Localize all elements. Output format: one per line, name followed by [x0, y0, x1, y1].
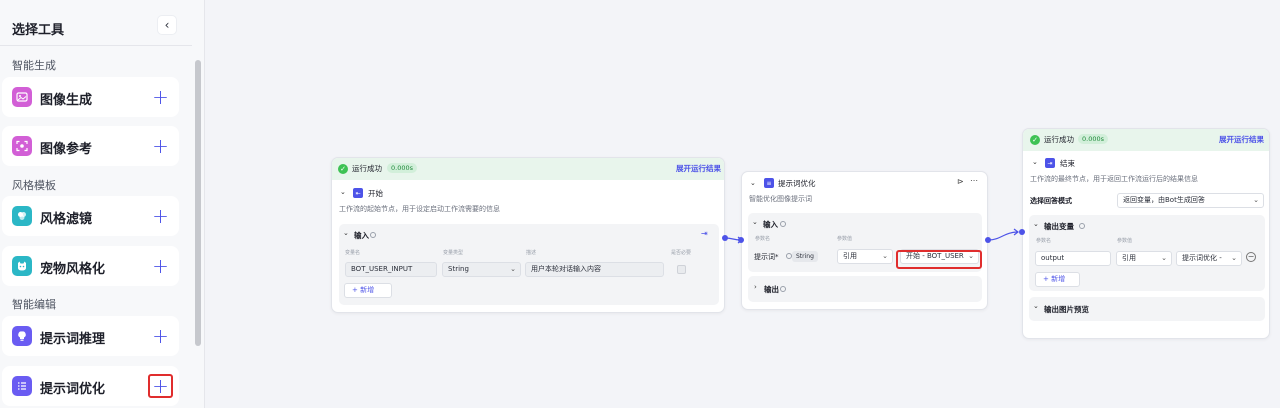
param-name-label: 提示词*: [754, 253, 779, 261]
output-variables-title: 输出变量: [1044, 222, 1074, 231]
chevron-down-icon[interactable]: ⌄: [752, 218, 758, 226]
chevron-down-icon[interactable]: ⌄: [1033, 302, 1039, 310]
variable-type-select[interactable]: String ⌄: [442, 262, 521, 277]
add-output-button[interactable]: + 新增: [1035, 272, 1080, 287]
answer-mode-value: 返回变量，由Bot生成回答: [1123, 196, 1205, 204]
column-header: 是否必要: [671, 250, 692, 256]
output-name-input[interactable]: output: [1035, 251, 1111, 266]
node-title: 开始: [368, 189, 383, 198]
ref-value-select[interactable]: 提示词优化 - ⌄: [1176, 251, 1242, 266]
run-time-badge: 0.000s: [387, 163, 417, 173]
chevron-down-icon: ⌄: [510, 265, 516, 273]
success-check-icon: ✓: [338, 164, 348, 174]
end-node[interactable]: ✓ 运行成功 0.000s 展开运行结果 ⌄ ⇥ 结束 工作流的最终节点，用于返…: [1022, 128, 1270, 339]
list-icon: ≡: [764, 178, 774, 188]
chevron-down-icon[interactable]: ⌄: [1032, 158, 1038, 166]
variable-name-input[interactable]: BOT_USER_INPUT: [345, 262, 437, 277]
variable-desc-input[interactable]: 用户本轮对话输入内容: [525, 262, 664, 277]
column-header: 参数值: [837, 236, 853, 242]
run-status-bar: ✓ 运行成功 0.000s 展开运行结果: [332, 158, 724, 180]
output-title: 输出: [764, 285, 779, 294]
column-header: 参数名: [755, 236, 771, 242]
node-description: 智能优化图像提示词: [749, 195, 812, 203]
chevron-down-icon: ⌄: [1253, 196, 1259, 204]
edge-prompt-to-end: [988, 231, 1019, 241]
chevron-down-icon[interactable]: ⌄: [340, 188, 346, 196]
node-description: 工作流的最终节点，用于返回工作流运行后的结果信息: [1030, 175, 1198, 183]
chevron-down-icon: ⌄: [1161, 254, 1167, 262]
start-node-icon: ⇤: [353, 188, 363, 198]
end-node-icon: ⇥: [1045, 158, 1055, 168]
info-icon: [1079, 223, 1085, 229]
column-header: 参数值: [1117, 238, 1133, 244]
input-port[interactable]: [738, 237, 744, 243]
ref-mode-select[interactable]: 引用 ⌄: [837, 249, 893, 264]
chevron-down-icon[interactable]: ⌄: [1033, 220, 1039, 228]
info-icon: [780, 221, 786, 227]
input-panel: ⌄ 输入 ⇥ 变量名 变量类型 描述 是否必要 BOT_USER_INPUT S…: [339, 224, 719, 305]
chevron-right-icon[interactable]: ›: [754, 283, 757, 291]
chevron-down-icon: ⌄: [882, 252, 888, 260]
chevron-down-icon: ⌄: [1231, 254, 1237, 262]
column-header: 参数名: [1036, 238, 1052, 244]
output-port[interactable]: [722, 235, 728, 241]
highlighted-ref-value: [896, 250, 982, 269]
run-node-icon[interactable]: ⊳: [957, 177, 964, 186]
start-node[interactable]: ✓ 运行成功 0.000s 展开运行结果 ⌄ ⇤ 开始 工作流的起始节点，用于设…: [331, 157, 725, 313]
remove-icon[interactable]: −: [1246, 252, 1256, 262]
image-preview-panel: ⌄ 输出图片预览: [1029, 297, 1265, 321]
expand-run-result-link[interactable]: 展开运行结果: [1219, 134, 1264, 145]
column-header: 描述: [526, 250, 537, 256]
answer-mode-select[interactable]: 返回变量，由Bot生成回答 ⌄: [1117, 193, 1264, 208]
required-checkbox[interactable]: [677, 265, 686, 274]
prompt-optimize-node[interactable]: ⌄ ≡ 提示词优化 ⊳ ⋯ 智能优化图像提示词 ⌄ 输入 参数名 参数值 提示词…: [741, 171, 988, 310]
node-title: 结束: [1060, 159, 1075, 168]
more-options-icon[interactable]: ⋯: [970, 176, 978, 185]
run-status-text: 运行成功: [1044, 135, 1074, 144]
output-variables-panel: ⌄ 输出变量 参数名 参数值 output 引用 ⌄ 提示词优化 - ⌄ − + 新…: [1029, 215, 1265, 291]
output-panel: › 输出: [748, 276, 982, 302]
info-icon: [780, 286, 786, 292]
run-status-text: 运行成功: [352, 164, 382, 173]
import-icon[interactable]: ⇥: [701, 229, 708, 238]
ref-mode-value: 引用: [843, 252, 857, 260]
node-title: 提示词优化: [778, 179, 816, 188]
column-header: 变量名: [345, 250, 361, 256]
ref-value: 提示词优化 -: [1182, 254, 1222, 262]
answer-mode-label: 选择回答模式: [1030, 197, 1072, 205]
param-type-chip: String: [792, 251, 818, 262]
ref-mode-select[interactable]: 引用 ⌄: [1116, 251, 1172, 266]
output-port[interactable]: [985, 237, 991, 243]
run-status-bar: ✓ 运行成功 0.000s 展开运行结果: [1023, 129, 1269, 151]
info-icon: [370, 232, 376, 238]
success-check-icon: ✓: [1030, 135, 1040, 145]
expand-run-result-link[interactable]: 展开运行结果: [676, 163, 721, 174]
chevron-down-icon[interactable]: ⌄: [750, 179, 756, 187]
input-title: 输入: [354, 231, 369, 240]
input-port[interactable]: [1019, 229, 1025, 235]
input-title: 输入: [763, 220, 778, 229]
column-header: 变量类型: [443, 250, 464, 256]
run-time-badge: 0.000s: [1078, 134, 1108, 144]
image-preview-title: 输出图片预览: [1044, 305, 1089, 314]
ref-mode-value: 引用: [1122, 254, 1136, 262]
node-description: 工作流的起始节点，用于设定启动工作流需要的信息: [339, 205, 500, 213]
variable-type-value: String: [448, 265, 469, 273]
chevron-down-icon[interactable]: ⌄: [343, 229, 349, 237]
add-variable-button[interactable]: + 新增: [344, 283, 392, 298]
